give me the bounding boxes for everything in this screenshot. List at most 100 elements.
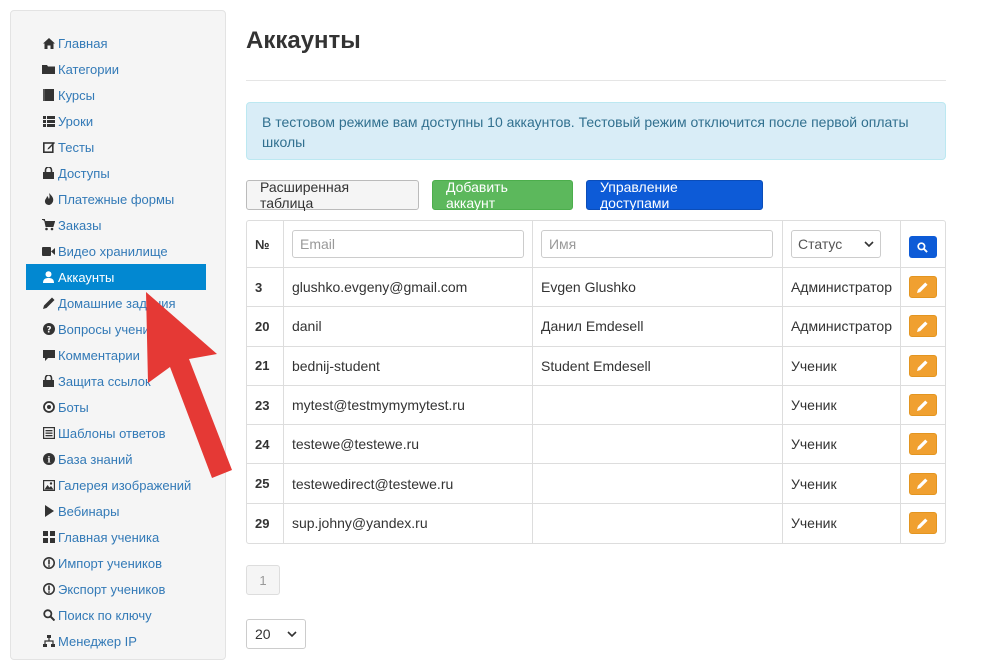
search-icon [41,609,56,622]
sidebar-item-accounts[interactable]: Аккаунты [26,264,206,290]
network-icon [41,635,56,648]
chevron-down-icon [287,631,297,637]
sidebar-item-label: Вопросы учеников [58,321,170,337]
lock-icon [41,167,56,180]
status-filter-value: Статус [797,236,843,252]
row-id: 20 [247,307,284,347]
row-email: mytest@testmymymytest.ru [283,385,533,426]
sidebar-item-label: Защита ссылок [58,373,151,389]
sidebar-item-label: Заказы [58,217,102,233]
sidebar-item-label: Поиск по ключу [58,607,152,623]
divider [246,80,946,81]
sidebar-item-orders[interactable]: Заказы [11,212,225,238]
sidebar-item-home[interactable]: Главная [11,30,225,56]
edit-button[interactable] [908,433,937,456]
sidebar-item-courses[interactable]: Курсы [11,82,225,108]
sidebar-item-webinars[interactable]: Вебинары [11,498,225,524]
sidebar-item-label: Главная ученика [58,529,160,545]
edit-button[interactable] [908,512,937,535]
sidebar-item-student-questions[interactable]: ? Вопросы учеников [11,316,225,342]
toolbar: Расширенная таблица Добавить аккаунт Упр… [246,179,763,211]
sidebar-item-import-students[interactable]: Импорт учеников [11,550,225,576]
sidebar-item-access[interactable]: Доступы [11,160,225,186]
pencil-icon [917,399,929,411]
sidebar-item-comments[interactable]: Комментарии [11,342,225,368]
edit-button[interactable] [908,276,937,299]
sidebar-item-key-search[interactable]: Поиск по ключу [11,602,225,628]
sidebar-item-payment-forms[interactable]: Платежные формы [11,186,225,212]
sidebar-item-link-protection[interactable]: Защита ссылок [11,368,225,394]
row-status: Ученик [783,503,901,544]
row-status: Администратор [782,307,901,347]
sidebar-item-ip-manager[interactable]: Менеджер IP [11,628,225,654]
sidebar-item-bots[interactable]: Боты [11,394,225,420]
edit-button[interactable] [908,394,937,417]
row-name: Student Emdesell [532,346,783,386]
row-email: testewe@testewe.ru [283,425,533,465]
pagination-page[interactable]: 1 [246,565,280,595]
search-icon [917,241,929,253]
row-status: Ученик [782,425,901,465]
name-filter-input[interactable]: Имя [540,230,773,258]
edit-button[interactable] [908,315,937,338]
sidebar-item-knowledge-base[interactable]: i База знаний [11,446,225,472]
play-icon [41,505,56,518]
row-status: Администратор [782,268,901,308]
row-name [533,503,783,544]
sidebar-item-export-students[interactable]: Экспорт учеников [11,576,225,602]
sidebar-item-label: Категории [58,61,119,77]
sidebar-item-label: Курсы [58,87,96,103]
sidebar-item-categories[interactable]: Категории [11,56,225,82]
edit-button[interactable] [908,354,937,377]
row-id: 29 [247,503,284,544]
picture-icon [41,479,56,492]
sidebar-item-reply-templates[interactable]: Шаблоны ответов [11,420,225,446]
add-account-button[interactable]: Добавить аккаунт [432,179,573,211]
user-icon [41,271,56,284]
per-page-select[interactable]: 20 [246,619,306,649]
row-email: sup.johny@yandex.ru [284,503,533,544]
row-name: Evgen Glushko [532,268,783,308]
info-alert: В тестовом режиме вам доступны 10 аккаун… [246,102,946,160]
page-title: Аккаунты [246,27,361,54]
sidebar-item-label: Видео хранилище [58,243,168,259]
sidebar-item-lessons[interactable]: Уроки [11,108,225,134]
table-row: 24 testewe@testewe.ru Ученик [247,425,945,465]
per-page-value: 20 [255,626,271,642]
book-icon [41,89,56,102]
row-status: Ученик [782,346,901,386]
email-filter-input[interactable]: Email [291,230,524,258]
sidebar-item-label: Платежные формы [58,191,175,207]
sidebar: Главная Категории Курсы Уроки Тесты Дост… [10,10,226,660]
table-row: 21 bednij-student Student Emdesell Учени… [247,346,945,386]
sidebar-item-label: Экспорт учеников [58,581,166,597]
manage-access-button[interactable]: Управление доступами [586,179,763,211]
comment-icon [41,349,56,362]
extended-table-button[interactable]: Расширенная таблица [246,179,419,211]
edit-button[interactable] [908,472,937,495]
question-icon: ? [41,323,56,336]
sidebar-item-label: Тесты [58,139,95,155]
status-filter-select[interactable]: Статус [790,230,881,258]
sidebar-item-label: База знаний [58,451,133,467]
chevron-down-icon [864,241,874,247]
row-id: 23 [247,385,284,426]
sidebar-item-label: Комментарии [58,347,140,363]
folder-icon [41,63,56,76]
info-icon: i [41,453,56,466]
sidebar-item-label: Доступы [58,165,110,181]
sidebar-item-image-gallery[interactable]: Галерея изображений [11,472,225,498]
sidebar-item-video-storage[interactable]: Видео хранилище [11,238,225,264]
pencil-icon [917,360,929,372]
sidebar-item-label: Галерея изображений [58,477,192,493]
row-name [532,425,783,465]
search-button[interactable] [908,236,937,258]
row-name: Данил Emdesell [532,307,783,347]
sidebar-item-student-home[interactable]: Главная ученика [11,524,225,550]
sidebar-item-tests[interactable]: Тесты [11,134,225,160]
svg-text:?: ? [46,325,51,335]
pencil-icon [917,478,929,490]
pencil-icon [917,321,929,332]
sidebar-item-homework[interactable]: Домашние задания [11,290,225,316]
grid-icon [41,531,56,544]
